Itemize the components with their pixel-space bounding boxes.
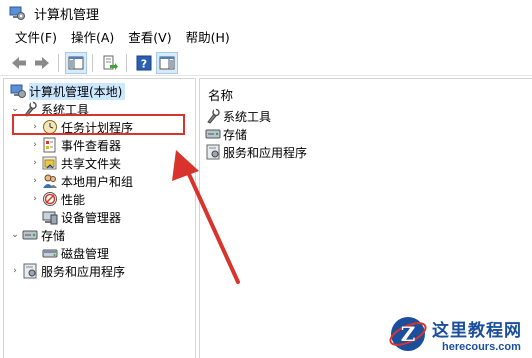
action-pane-icon[interactable]: [156, 51, 178, 74]
menu-help[interactable]: 帮助(H): [179, 27, 237, 49]
column-header-name[interactable]: 名称: [208, 85, 233, 104]
help-icon[interactable]: ?: [133, 52, 155, 74]
tree-item-label: 事件查看器: [61, 138, 122, 153]
disk-icon: [42, 245, 58, 261]
tree-item-device-manager[interactable]: 设备管理器: [40, 208, 121, 226]
annotation-highlight-box: [12, 114, 185, 135]
list-item-label: 服务和应用程序: [223, 145, 308, 160]
device-manager-icon: [42, 209, 58, 225]
watermark-logo: Z: [388, 314, 428, 354]
tree-item-label: 磁盘管理: [61, 246, 110, 261]
svg-text:?: ?: [141, 57, 147, 70]
watermark-url: herecours.com: [442, 340, 521, 353]
chevron-right-icon[interactable]: ›: [30, 194, 40, 204]
tree-item-storage[interactable]: ⌄ 存储: [10, 226, 65, 244]
chevron-down-icon[interactable]: ⌄: [10, 104, 20, 114]
toolbar-separator: [92, 53, 93, 72]
chevron-down-icon[interactable]: ⌄: [10, 230, 20, 240]
tree-item-services-apps[interactable]: › 服务和应用程序: [10, 262, 125, 280]
tools-icon: [205, 108, 221, 124]
services-icon: [205, 144, 221, 160]
tree-item-shared-folders[interactable]: › 共享文件夹: [30, 154, 121, 172]
tree-item-label: 本地用户和组: [61, 174, 134, 189]
menu-action[interactable]: 操作(A): [64, 27, 121, 49]
list-item-label: 存储: [223, 127, 248, 142]
watermark: Z 这里教程网 herecours.com: [388, 312, 530, 356]
tree-item-label: 性能: [61, 192, 86, 207]
tree-item-event-viewer[interactable]: › 事件查看器: [30, 136, 121, 154]
list-item[interactable]: 服务和应用程序: [205, 143, 307, 161]
tree-item-label: 设备管理器: [61, 210, 122, 225]
storage-icon: [205, 126, 221, 142]
show-hide-tree-icon[interactable]: [65, 51, 87, 74]
list-item[interactable]: 系统工具: [205, 107, 271, 125]
menu-file[interactable]: 文件(F): [0, 27, 64, 49]
shared-folder-icon: [42, 155, 58, 171]
chevron-right-icon[interactable]: ›: [30, 140, 40, 150]
tree-item-root[interactable]: 计算机管理(本地): [8, 82, 126, 100]
tree-item-disk-management[interactable]: 磁盘管理: [40, 244, 109, 262]
computer-management-icon: [10, 83, 26, 99]
chevron-right-icon[interactable]: ›: [10, 266, 20, 276]
back-icon[interactable]: [8, 52, 30, 74]
window-title: 计算机管理: [34, 7, 100, 23]
computer-management-icon: [9, 5, 25, 21]
list-item-label: 系统工具: [223, 109, 272, 124]
storage-icon: [22, 227, 38, 243]
menu-view[interactable]: 查看(V): [121, 27, 178, 49]
performance-icon: [42, 191, 58, 207]
toolbar-separator: [58, 53, 59, 72]
tree-item-label: 服务和应用程序: [41, 264, 126, 279]
tree-item-label: 存储: [41, 228, 66, 243]
users-icon: [42, 173, 58, 189]
chevron-right-icon[interactable]: ›: [30, 158, 40, 168]
event-viewer-icon: [42, 137, 58, 153]
tree-item-label: 计算机管理(本地): [29, 82, 126, 100]
chevron-right-icon[interactable]: ›: [30, 176, 40, 186]
list-item[interactable]: 存储: [205, 125, 247, 143]
svg-text:Z: Z: [401, 322, 416, 346]
toolbar: ?: [0, 50, 532, 76]
toolbar-separator: [126, 53, 127, 72]
tree-item-label: 共享文件夹: [61, 156, 122, 171]
forward-icon[interactable]: [31, 52, 53, 74]
title-bar: 计算机管理: [0, 0, 532, 26]
services-icon: [22, 263, 38, 279]
menu-bar: 文件(F) 操作(A) 查看(V) 帮助(H): [0, 27, 532, 49]
tree-item-local-users[interactable]: › 本地用户和组: [30, 172, 133, 190]
tree-item-performance[interactable]: › 性能: [30, 190, 85, 208]
watermark-title: 这里教程网: [432, 320, 522, 341]
export-list-icon[interactable]: [99, 52, 121, 74]
